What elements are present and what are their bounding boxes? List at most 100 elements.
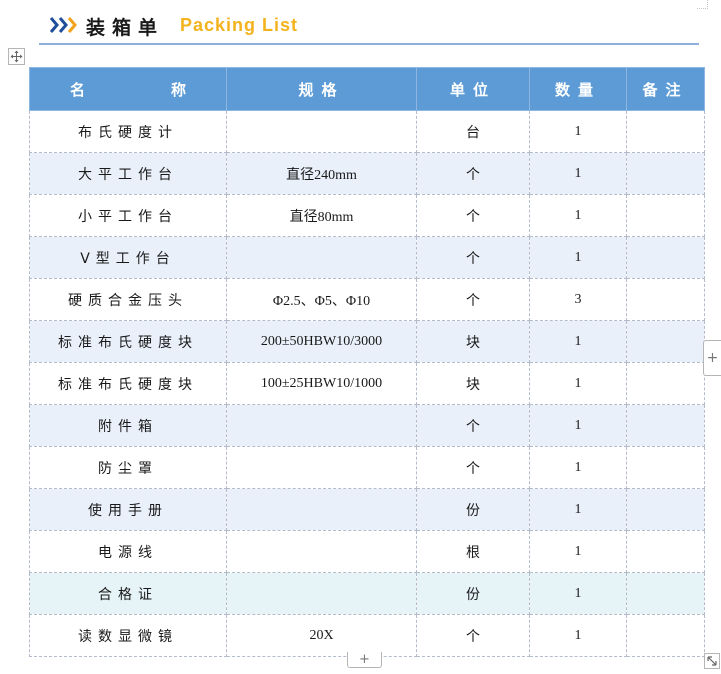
cell-name[interactable]: V型工作台 xyxy=(29,236,227,279)
cell-note[interactable] xyxy=(626,320,705,363)
cell-note[interactable] xyxy=(626,530,705,573)
cell-qty[interactable]: 1 xyxy=(529,404,627,447)
cell-spec[interactable] xyxy=(226,530,417,573)
cell-spec[interactable] xyxy=(226,110,417,153)
header-spec: 规格 xyxy=(226,67,417,111)
cell-note[interactable] xyxy=(626,572,705,615)
cell-spec[interactable] xyxy=(226,488,417,531)
cell-spec[interactable] xyxy=(226,446,417,489)
cell-unit[interactable]: 个 xyxy=(416,194,530,237)
resize-diagonal-icon xyxy=(707,656,717,666)
cell-spec[interactable] xyxy=(226,404,417,447)
cell-spec[interactable] xyxy=(226,236,417,279)
table-row: 防尘罩 个 1 xyxy=(29,446,705,489)
table-row: V型工作台 个 1 xyxy=(29,236,705,279)
cell-unit[interactable]: 根 xyxy=(416,530,530,573)
cell-name[interactable]: 硬质合金压头 xyxy=(29,278,227,321)
header-note: 备注 xyxy=(626,67,705,111)
header-qty: 数量 xyxy=(529,67,627,111)
header-underline xyxy=(39,43,699,45)
cell-note[interactable] xyxy=(626,446,705,489)
table-row: 硬质合金压头 Φ2.5、Φ5、Φ10 个 3 xyxy=(29,278,705,321)
cell-qty[interactable]: 1 xyxy=(529,152,627,195)
packing-list-table: 名 称 规格 单位 数量 备注 布氏硬度计 台 1 大平工作台 直径240mm … xyxy=(29,67,705,657)
table-row: 使用手册 份 1 xyxy=(29,488,705,531)
cell-unit[interactable]: 份 xyxy=(416,572,530,615)
table-row: 标准布氏硬度块 200±50HBW10/3000 块 1 xyxy=(29,320,705,363)
cell-qty[interactable]: 1 xyxy=(529,236,627,279)
table-row: 合格证 份 1 xyxy=(29,572,705,615)
cell-spec[interactable]: 200±50HBW10/3000 xyxy=(226,320,417,363)
cell-name[interactable]: 使用手册 xyxy=(29,488,227,531)
header-unit: 单位 xyxy=(416,67,530,111)
cell-note[interactable] xyxy=(626,404,705,447)
cell-spec[interactable]: Φ2.5、Φ5、Φ10 xyxy=(226,278,417,321)
table-row: 布氏硬度计 台 1 xyxy=(29,110,705,153)
title-english: Packing List xyxy=(180,15,299,35)
header-name-left: 名 xyxy=(70,80,86,99)
cell-unit[interactable]: 个 xyxy=(416,236,530,279)
cell-unit[interactable]: 块 xyxy=(416,320,530,363)
cell-unit[interactable]: 份 xyxy=(416,488,530,531)
cell-qty[interactable]: 1 xyxy=(529,446,627,489)
move-arrows-icon xyxy=(10,50,23,63)
cell-name[interactable]: 标准布氏硬度块 xyxy=(29,362,227,405)
cell-note[interactable] xyxy=(626,488,705,531)
cell-name[interactable]: 布氏硬度计 xyxy=(29,110,227,153)
cell-name[interactable]: 附件箱 xyxy=(29,404,227,447)
table-row: 电源线 根 1 xyxy=(29,530,705,573)
page-corner-mark xyxy=(697,0,708,9)
table-row: 读数显微镜 20X 个 1 xyxy=(29,614,705,657)
cell-name[interactable]: 防尘罩 xyxy=(29,446,227,489)
table-row: 标准布氏硬度块 100±25HBW10/1000 块 1 xyxy=(29,362,705,405)
cell-unit[interactable]: 块 xyxy=(416,362,530,405)
cell-note[interactable] xyxy=(626,278,705,321)
cell-note[interactable] xyxy=(626,614,705,657)
cell-spec[interactable]: 直径80mm xyxy=(226,194,417,237)
cell-name[interactable]: 合格证 xyxy=(29,572,227,615)
cell-qty[interactable]: 1 xyxy=(529,530,627,573)
cell-qty[interactable]: 1 xyxy=(529,488,627,531)
cell-name[interactable]: 小平工作台 xyxy=(29,194,227,237)
cell-spec[interactable]: 20X xyxy=(226,614,417,657)
table-row: 小平工作台 直径80mm 个 1 xyxy=(29,194,705,237)
cell-note[interactable] xyxy=(626,110,705,153)
cell-qty[interactable]: 1 xyxy=(529,194,627,237)
cell-unit[interactable]: 个 xyxy=(416,404,530,447)
cell-note[interactable] xyxy=(626,236,705,279)
plus-icon: + xyxy=(359,652,370,667)
cell-unit[interactable]: 个 xyxy=(416,278,530,321)
cell-name[interactable]: 大平工作台 xyxy=(29,152,227,195)
cell-note[interactable] xyxy=(626,362,705,405)
title-chinese: 装箱单 xyxy=(86,17,165,39)
cell-qty[interactable]: 1 xyxy=(529,110,627,153)
cell-unit[interactable]: 台 xyxy=(416,110,530,153)
table-row: 附件箱 个 1 xyxy=(29,404,705,447)
cell-note[interactable] xyxy=(626,194,705,237)
cell-note[interactable] xyxy=(626,152,705,195)
table-header-row: 名 称 规格 单位 数量 备注 xyxy=(29,67,705,111)
cell-unit[interactable]: 个 xyxy=(416,152,530,195)
cell-qty[interactable]: 3 xyxy=(529,278,627,321)
header-name: 名 称 xyxy=(29,67,227,111)
add-row-button[interactable]: + xyxy=(347,652,382,668)
table-move-handle[interactable] xyxy=(8,48,25,65)
cell-name[interactable]: 电源线 xyxy=(29,530,227,573)
plus-icon: + xyxy=(706,350,719,366)
cell-unit[interactable]: 个 xyxy=(416,614,530,657)
cell-qty[interactable]: 1 xyxy=(529,572,627,615)
header-name-right: 称 xyxy=(170,80,186,99)
cell-spec[interactable] xyxy=(226,572,417,615)
cell-qty[interactable]: 1 xyxy=(529,320,627,363)
cell-qty[interactable]: 1 xyxy=(529,362,627,405)
cell-unit[interactable]: 个 xyxy=(416,446,530,489)
cell-qty[interactable]: 1 xyxy=(529,614,627,657)
table-row: 大平工作台 直径240mm 个 1 xyxy=(29,152,705,195)
cell-spec[interactable]: 直径240mm xyxy=(226,152,417,195)
cell-spec[interactable]: 100±25HBW10/1000 xyxy=(226,362,417,405)
table-resize-handle[interactable] xyxy=(704,653,720,669)
cell-name[interactable]: 读数显微镜 xyxy=(29,614,227,657)
cell-name[interactable]: 标准布氏硬度块 xyxy=(29,320,227,363)
add-column-button[interactable]: + xyxy=(703,340,721,376)
chevrons-icon xyxy=(50,17,77,33)
